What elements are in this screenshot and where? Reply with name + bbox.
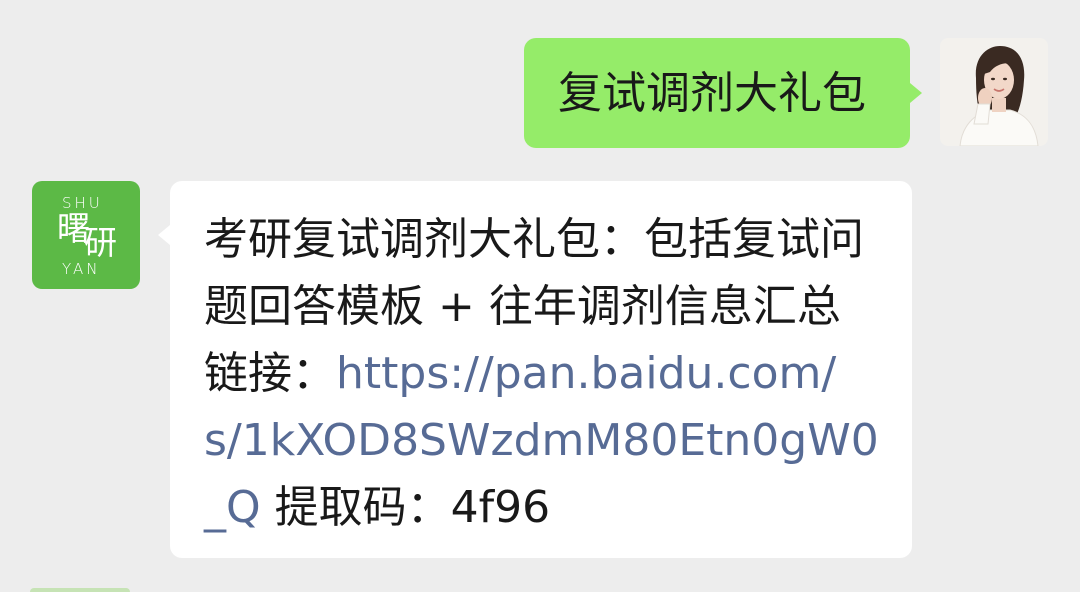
user-photo-avatar-icon	[940, 38, 1048, 146]
share-link-segment[interactable]: https://pan.baidu.com/	[336, 348, 836, 399]
message-line-text: 考研复试调剂大礼包：包括复试问	[204, 214, 864, 265]
chat-message-list[interactable]: 复试调剂大礼包 SHU 曙 研 YAN 考研复试调剂大礼包：包括复试问 题回答模…	[0, 0, 1080, 592]
link-label: 链接：	[204, 348, 336, 399]
logo-text-bottom: YAN	[62, 260, 101, 278]
share-link-segment[interactable]: s/1kXOD8SWzdmM80Etn0gW0	[204, 415, 879, 466]
extraction-code-label: 提取码：	[274, 482, 451, 533]
contact-avatar[interactable]: SHU 曙 研 YAN	[32, 181, 140, 289]
sent-message-bubble[interactable]: 复试调剂大礼包	[524, 38, 922, 148]
message-line: _Q 提取码：4f96	[204, 474, 879, 541]
extraction-code: 4f96	[450, 482, 551, 533]
share-link-segment[interactable]: _Q	[204, 482, 261, 533]
message-line: 题回答模板 + 往年调剂信息汇总	[204, 273, 879, 340]
message-line: 考研复试调剂大礼包：包括复试问	[204, 206, 879, 273]
bubble-tail	[158, 225, 170, 245]
message-line: s/1kXOD8SWzdmM80Etn0gW0	[204, 407, 879, 474]
logo-char: 研	[84, 223, 117, 262]
received-message-text: 考研复试调剂大礼包：包括复试问 题回答模板 + 往年调剂信息汇总 链接：http…	[204, 206, 879, 541]
message-line-text: 题回答模板 + 往年调剂信息汇总	[204, 281, 841, 332]
next-avatar-partial	[30, 588, 130, 592]
my-avatar[interactable]	[940, 38, 1048, 146]
sent-message-text: 复试调剂大礼包	[558, 67, 866, 119]
message-line: 链接：https://pan.baidu.com/	[204, 340, 879, 407]
received-message-bubble[interactable]: 考研复试调剂大礼包：包括复试问 题回答模板 + 往年调剂信息汇总 链接：http…	[158, 181, 912, 558]
bubble-tail	[910, 83, 922, 103]
